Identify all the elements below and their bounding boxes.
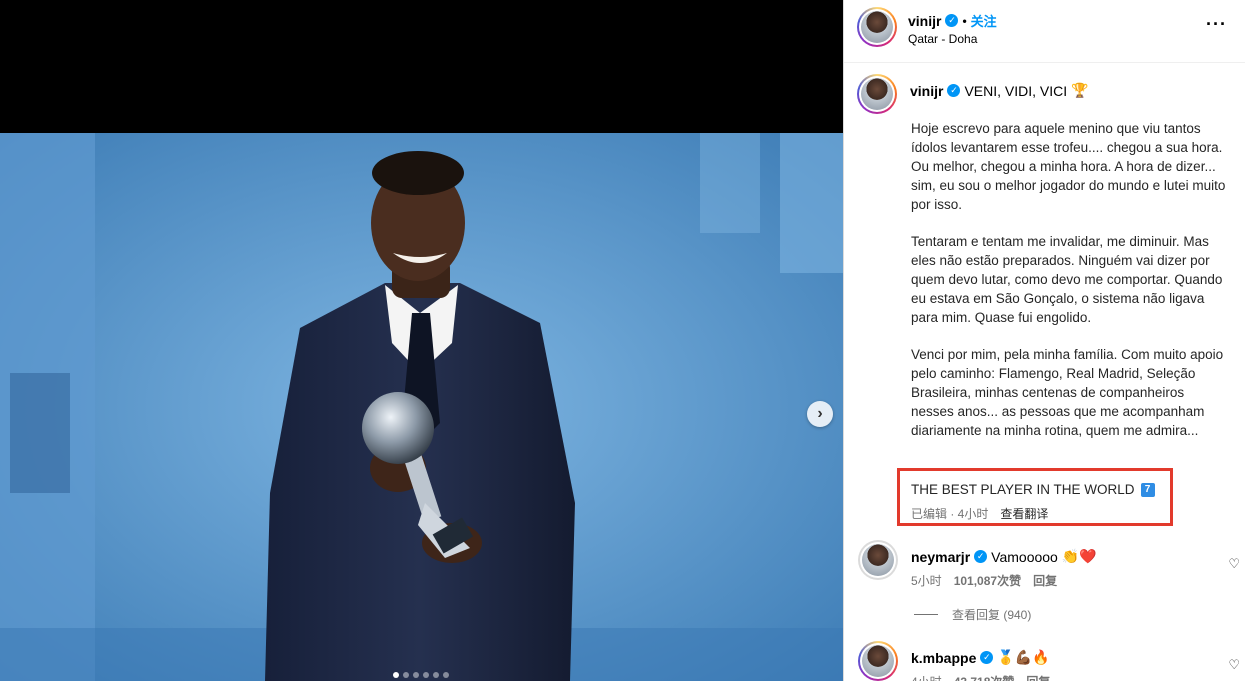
trophy-emoji: 🏆	[1071, 82, 1089, 98]
avatar[interactable]	[858, 540, 898, 580]
heart-icon[interactable]: ♡	[1228, 657, 1240, 673]
verified-badge-icon: ✓	[980, 651, 994, 664]
comment-emoji: 🥇💪🏾🔥	[997, 649, 1050, 665]
carousel-dot	[433, 672, 439, 678]
carousel-dot	[393, 672, 399, 678]
reply-button[interactable]: 回复	[1033, 572, 1057, 589]
comment-text: Vamooooo	[991, 548, 1058, 565]
caption-header: vinijr ✓ VENI, VIDI, VICI 🏆	[910, 82, 1089, 99]
caption-paragraph: Tentaram e tentam me invalidar, me dimin…	[911, 234, 1223, 325]
verified-badge-icon: ✓	[945, 14, 959, 27]
post-media: ›	[0, 0, 843, 681]
verified-badge-icon: ✓	[947, 84, 961, 97]
carousel-dot	[413, 672, 419, 678]
comment-likes[interactable]: 101,087次赞	[954, 572, 1021, 589]
carousel-dots	[393, 672, 449, 678]
comment-emoji: 👏❤️	[1061, 548, 1097, 564]
keycap-seven-emoji: 7	[1140, 482, 1155, 497]
player-trophy-photo	[0, 133, 843, 681]
carousel-dot	[443, 672, 449, 678]
header-user: vinijr ✓ • 关注	[908, 11, 997, 30]
carousel-dot	[423, 672, 429, 678]
caption-avatar[interactable]	[857, 74, 897, 114]
comment-item: k.mbappe ✓ 🥇💪🏾🔥 4小时 43,718次赞 回复 ♡	[858, 641, 1240, 681]
best-player-line: THE BEST PLAYER IN THE WORLD 7	[911, 482, 1155, 497]
reply-button[interactable]: 回复	[1026, 673, 1050, 681]
heart-icon[interactable]: ♡	[1228, 556, 1240, 572]
follow-button[interactable]: 关注	[971, 11, 997, 30]
post-photo[interactable]	[0, 133, 843, 681]
edited-timestamp: 已编辑 · 4小时	[911, 507, 989, 521]
chevron-right-icon: ›	[817, 405, 823, 422]
location-link[interactable]: Qatar - Doha	[908, 32, 977, 46]
avatar[interactable]	[857, 7, 897, 47]
post-header: vinijr ✓ • 关注 Qatar - Doha ···	[844, 0, 1245, 63]
caption-meta: 已编辑 · 4小时 查看翻译	[911, 505, 1048, 522]
caption-body: Hoje escrevo para aquele menino que viu …	[911, 119, 1227, 458]
next-image-button[interactable]: ›	[807, 401, 833, 427]
caption-paragraph: Venci por mim, pela minha família. Com m…	[911, 347, 1224, 438]
comment-item: neymarjr ✓ Vamooooo 👏❤️ 5小时 101,087次赞 回复…	[858, 540, 1240, 598]
username-link[interactable]: vinijr	[908, 13, 941, 29]
caption-paragraph: Hoje escrevo para aquele menino que viu …	[911, 121, 1226, 212]
verified-badge-icon: ✓	[974, 550, 988, 563]
comment-username[interactable]: neymarjr	[911, 549, 970, 565]
comment-time: 5小时	[911, 574, 942, 588]
translate-link[interactable]: 查看翻译	[1000, 505, 1048, 522]
comment-time: 4小时	[911, 673, 942, 681]
more-options-icon[interactable]: ···	[1206, 14, 1227, 35]
view-replies-button[interactable]: 查看回复 (940)	[914, 606, 1031, 623]
carousel-dot	[403, 672, 409, 678]
avatar[interactable]	[858, 641, 898, 681]
comment-likes[interactable]: 43,718次赞	[954, 673, 1015, 681]
caption-title: VENI, VIDI, VICI	[964, 82, 1068, 99]
post-side-panel: vinijr ✓ • 关注 Qatar - Doha ··· vinijr ✓ …	[843, 0, 1245, 681]
comment-username[interactable]: k.mbappe	[911, 650, 976, 666]
caption-username[interactable]: vinijr	[910, 83, 943, 99]
